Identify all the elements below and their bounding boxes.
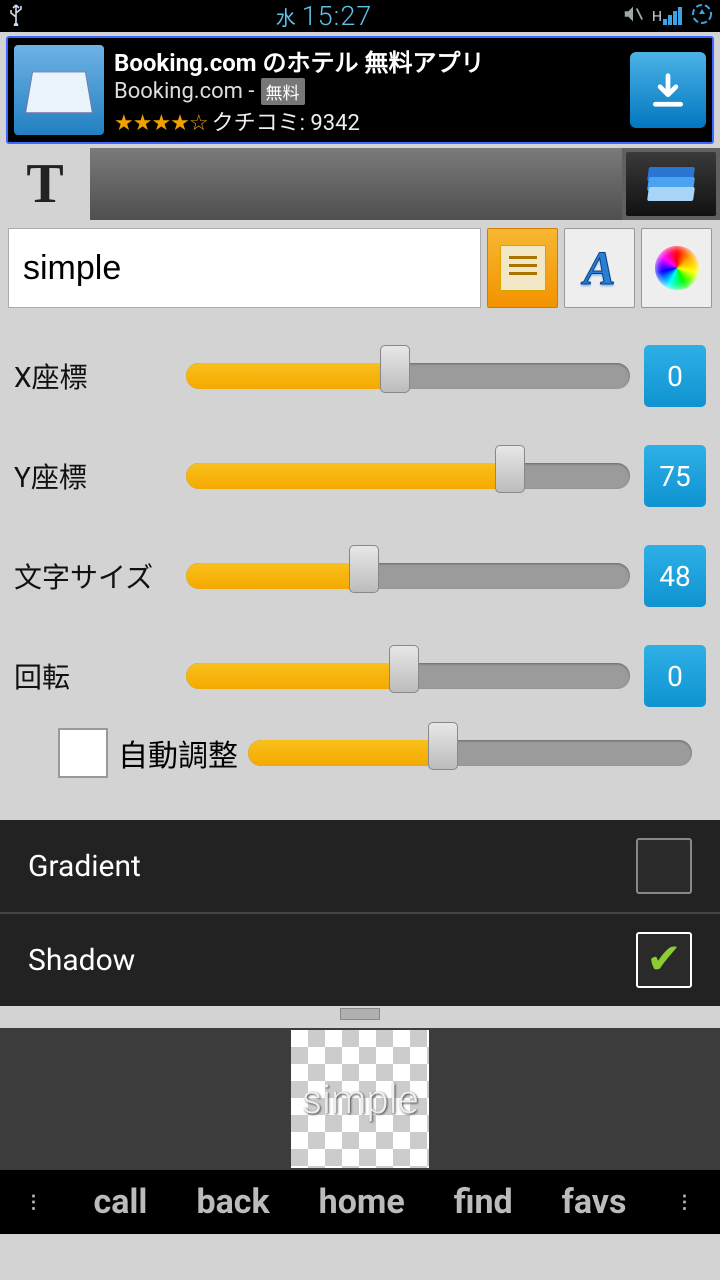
slider-auto[interactable] <box>248 733 692 773</box>
ad-download-button[interactable] <box>630 52 706 128</box>
color-wheel-icon <box>655 246 699 290</box>
gradient-label: Gradient <box>28 849 141 884</box>
drag-handle[interactable] <box>0 1006 720 1028</box>
slider-value-x[interactable]: 0 <box>644 345 706 407</box>
mute-icon <box>622 3 644 30</box>
preview-text: simple <box>302 1076 419 1123</box>
effects-panel: Gradient Shadow ✔ <box>0 820 720 1006</box>
nav-favs[interactable]: favs <box>562 1182 627 1222</box>
sync-icon <box>690 2 714 31</box>
preview-strip: simple <box>0 1028 720 1170</box>
slider-row-x: X座標 0 <box>14 326 706 426</box>
ad-reviews: クチコミ: 9342 <box>212 111 360 136</box>
shadow-checkbox[interactable]: ✔ <box>636 932 692 988</box>
layers-icon <box>648 167 694 201</box>
slider-x[interactable] <box>186 356 630 396</box>
slider-label-size: 文字サイズ <box>14 556 172 596</box>
shadow-label: Shadow <box>28 943 135 978</box>
ad-banner[interactable]: Booking.com のホテル 無料アプリ Booking.com - 無料 … <box>6 36 714 144</box>
slider-label-auto: 自動調整 <box>118 731 238 775</box>
nav-back[interactable]: back <box>196 1182 269 1222</box>
nav-more-right[interactable]: ⋮ <box>675 1192 695 1213</box>
slider-row-rotate: 回転 0 <box>14 626 706 726</box>
usb-icon <box>6 2 26 31</box>
font-icon: A <box>583 241 615 296</box>
mobile-icon: H <box>652 7 682 25</box>
slider-panel: X座標 0 Y座標 75 文字サイズ 48 回転 0 自動調整 <box>0 316 720 820</box>
nav-home[interactable]: home <box>319 1182 405 1222</box>
slider-rotate[interactable] <box>186 656 630 696</box>
align-button[interactable] <box>487 228 558 308</box>
nav-more[interactable]: ⋮ <box>25 1192 45 1213</box>
font-button[interactable]: A <box>564 228 635 308</box>
slider-size[interactable] <box>186 556 630 596</box>
slider-label-y: Y座標 <box>14 456 172 496</box>
gradient-row[interactable]: Gradient <box>0 820 720 914</box>
status-clock: 15:27 <box>302 0 373 32</box>
slider-value-rotate[interactable]: 0 <box>644 645 706 707</box>
ad-thumbnail <box>14 45 104 135</box>
toolbar: T <box>0 148 720 220</box>
slider-row-auto: 自動調整 <box>14 726 706 800</box>
gradient-checkbox[interactable] <box>636 838 692 894</box>
slider-value-y[interactable]: 75 <box>644 445 706 507</box>
ad-stars: ★★★★☆ <box>114 111 208 136</box>
slider-value-size[interactable]: 48 <box>644 545 706 607</box>
text-input[interactable] <box>8 228 481 308</box>
check-icon: ✔ <box>646 939 681 981</box>
text-tool-button[interactable]: T <box>0 148 90 220</box>
shadow-row[interactable]: Shadow ✔ <box>0 914 720 1006</box>
slider-row-size: 文字サイズ 48 <box>14 526 706 626</box>
text-input-row: A <box>0 220 720 316</box>
nav-call[interactable]: call <box>94 1182 148 1222</box>
bottom-navbar: ⋮ call back home find favs ⋮ <box>0 1170 720 1234</box>
ad-free-badge: 無料 <box>261 78 305 105</box>
ad-title: Booking.com のホテル 無料アプリ <box>114 43 620 78</box>
slider-label-rotate: 回転 <box>14 656 172 696</box>
status-day-of-week: 水 <box>276 2 296 31</box>
nav-find[interactable]: find <box>454 1182 513 1222</box>
align-icon <box>500 245 546 291</box>
auto-adjust-checkbox[interactable] <box>58 728 108 778</box>
status-bar: 水 15:27 H <box>0 0 720 32</box>
preview-canvas[interactable]: simple <box>291 1030 429 1168</box>
layers-button[interactable] <box>626 152 716 216</box>
color-button[interactable] <box>641 228 712 308</box>
slider-label-x: X座標 <box>14 356 172 396</box>
text-tool-icon: T <box>26 152 63 216</box>
slider-y[interactable] <box>186 456 630 496</box>
ad-publisher: Booking.com - <box>114 79 255 104</box>
slider-row-y: Y座標 75 <box>14 426 706 526</box>
